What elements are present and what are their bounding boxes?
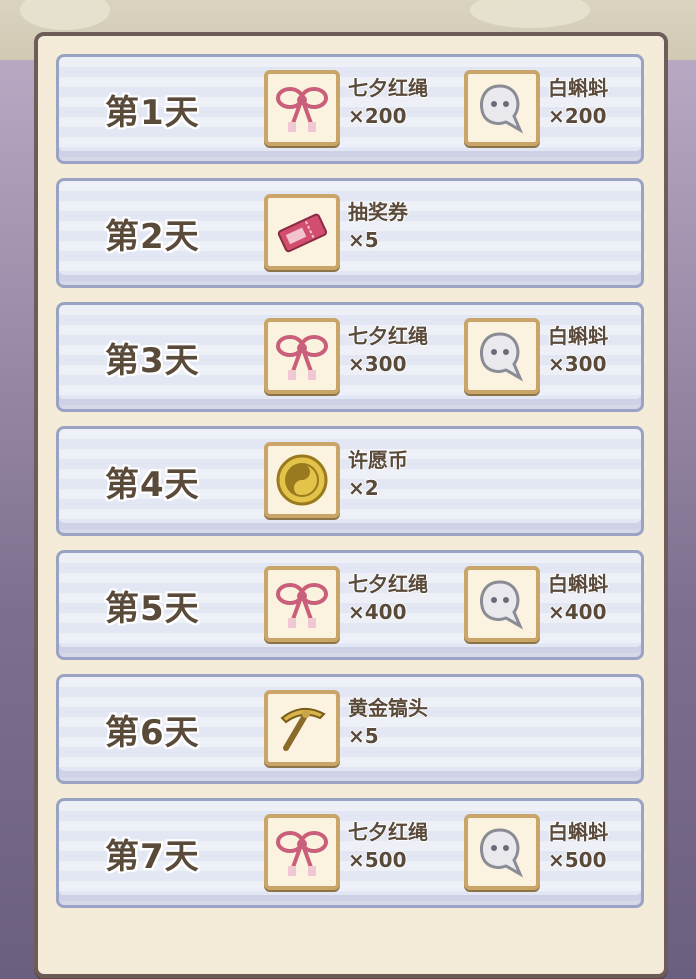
day-row-4: 第4天 许愿币 ×2 [56,426,644,536]
sign-in-rewards-panel: 第1天 七夕红绳 ×200 白蝌蚪 ×200 第2天 抽奖券 ×5 第3天 七夕… [34,32,668,978]
item-name: 抽奖券 [348,200,408,224]
item-name: 白蝌蚪 [548,572,608,596]
item-name: 七夕红绳 [348,324,428,348]
item-quantity: ×500 [548,848,607,872]
day-row-3: 第3天 七夕红绳 ×300 白蝌蚪 ×300 [56,302,644,412]
item-quantity: ×500 [348,848,407,872]
lottery-ticket-icon [264,194,340,270]
item-name: 七夕红绳 [348,76,428,100]
item-quantity: ×300 [348,352,407,376]
reward-item[interactable]: 七夕红绳 ×300 [264,318,464,396]
item-quantity: ×400 [348,600,407,624]
day-label: 第3天 [105,341,200,381]
red-rope-icon [264,814,340,890]
red-rope-icon [264,70,340,146]
reward-item[interactable]: 白蝌蚪 ×500 [464,814,664,892]
day-label: 第7天 [105,837,200,877]
item-quantity: ×2 [348,476,379,500]
reward-item[interactable]: 七夕红绳 ×200 [264,70,464,148]
day-row-6: 第6天 黄金镐头 ×5 [56,674,644,784]
tadpole-icon [464,70,540,146]
item-name: 七夕红绳 [348,820,428,844]
day-label: 第5天 [105,589,200,629]
item-name: 黄金镐头 [348,696,428,720]
item-quantity: ×200 [548,104,607,128]
reward-item[interactable]: 白蝌蚪 ×300 [464,318,664,396]
day-label: 第2天 [105,217,200,257]
golden-pickaxe-icon [264,690,340,766]
red-rope-icon [264,318,340,394]
reward-item[interactable]: 黄金镐头 ×5 [264,690,464,768]
reward-item[interactable]: 白蝌蚪 ×400 [464,566,664,644]
tadpole-icon [464,566,540,642]
reward-item[interactable]: 七夕红绳 ×400 [264,566,464,644]
reward-item[interactable]: 许愿币 ×2 [264,442,464,520]
item-quantity: ×300 [548,352,607,376]
day-row-2: 第2天 抽奖券 ×5 [56,178,644,288]
wish-coin-icon [264,442,340,518]
day-label: 第4天 [105,465,200,505]
item-name: 白蝌蚪 [548,820,608,844]
item-name: 白蝌蚪 [548,76,608,100]
tadpole-icon [464,318,540,394]
day-row-5: 第5天 七夕红绳 ×400 白蝌蚪 ×400 [56,550,644,660]
red-rope-icon [264,566,340,642]
item-quantity: ×5 [348,724,379,748]
item-quantity: ×5 [348,228,379,252]
day-label: 第1天 [105,93,200,133]
reward-item[interactable]: 白蝌蚪 ×200 [464,70,664,148]
day-row-1: 第1天 七夕红绳 ×200 白蝌蚪 ×200 [56,54,644,164]
reward-item[interactable]: 七夕红绳 ×500 [264,814,464,892]
day-label: 第6天 [105,713,200,753]
day-row-7: 第7天 七夕红绳 ×500 白蝌蚪 ×500 [56,798,644,908]
tadpole-icon [464,814,540,890]
item-name: 许愿币 [348,448,408,472]
item-quantity: ×200 [348,104,407,128]
item-quantity: ×400 [548,600,607,624]
item-name: 白蝌蚪 [548,324,608,348]
reward-item[interactable]: 抽奖券 ×5 [264,194,464,272]
item-name: 七夕红绳 [348,572,428,596]
